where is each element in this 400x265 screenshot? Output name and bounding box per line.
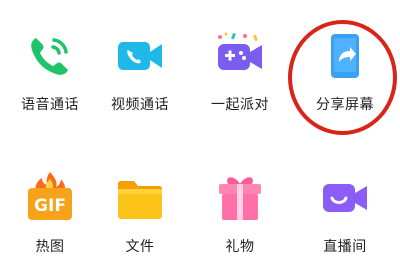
gif-button[interactable]: GIF 热图 [0,158,100,265]
live-room-label: 直播间 [323,239,367,255]
voice-call-button[interactable]: 语音通话 [0,8,100,118]
chat-more-features-panel: 语音通话 视频通话 一起派对 分享屏幕 GIF 热图 文件 礼物 直播间 [0,0,400,265]
party-game-icon [212,28,268,84]
gift-button[interactable]: 礼物 [190,158,290,265]
share-screen-label: 分享屏幕 [316,97,374,113]
feature-row-1: 语音通话 视频通话 一起派对 分享屏幕 [0,8,400,135]
share-screen-button[interactable]: 分享屏幕 [295,8,395,118]
video-call-label: 视频通话 [111,97,169,113]
party-label: 一起派对 [211,97,269,113]
voice-call-label: 语音通话 [21,97,79,113]
live-room-icon [317,170,373,226]
party-button[interactable]: 一起派对 [190,8,290,118]
gif-badge-text: GIF [34,196,66,216]
video-call-button[interactable]: 视频通话 [90,8,190,118]
video-call-icon [112,28,168,84]
live-room-button[interactable]: 直播间 [295,158,395,265]
gift-label: 礼物 [225,239,255,255]
folder-icon [112,170,168,226]
gif-fire-icon: GIF [22,170,78,226]
file-label: 文件 [125,239,155,255]
gif-label: 热图 [35,239,65,255]
file-button[interactable]: 文件 [90,158,190,265]
gift-icon [212,170,268,226]
phone-icon [22,28,78,84]
share-screen-icon [317,28,373,84]
feature-row-2: GIF 热图 文件 礼物 直播间 [0,158,400,265]
